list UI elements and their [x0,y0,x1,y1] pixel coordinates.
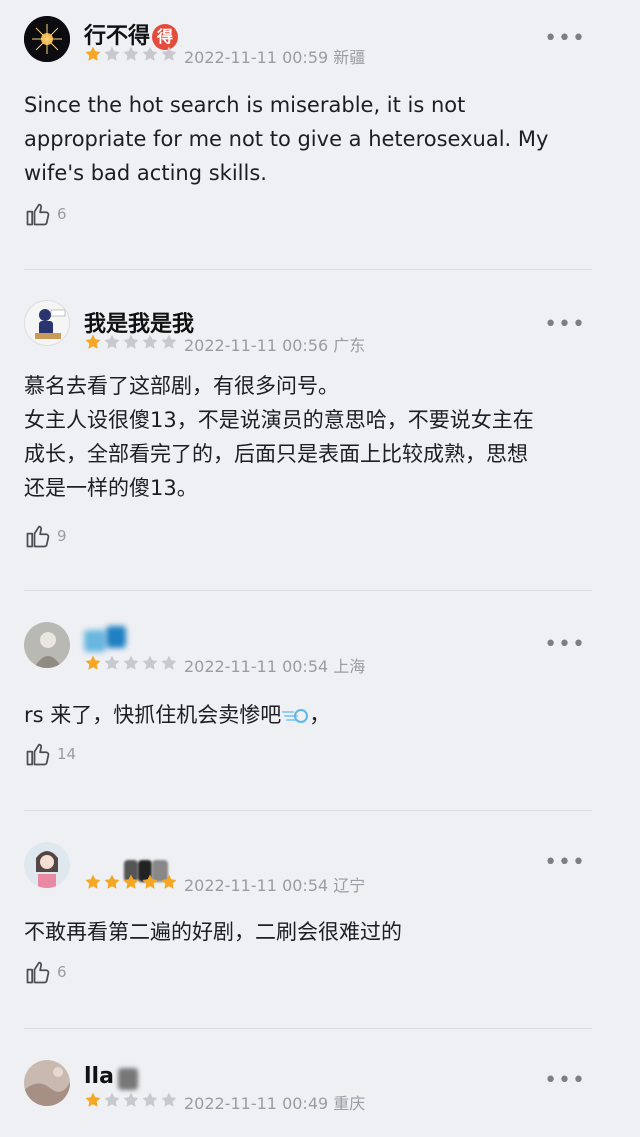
content-line: 慕名去看了这部剧，有很多问号。 [24,374,339,398]
star-filled-icon [123,874,139,889]
rating-stars [84,45,178,63]
star-filled-icon [85,46,101,61]
divider [24,590,592,591]
star-empty-icon [104,655,120,670]
review-content: rs 来了，快抓住机会卖惨吧 ， [24,698,604,732]
like-count: 9 [57,527,67,545]
thumbs-up-icon [26,961,50,984]
avatar[interactable] [24,622,70,668]
review-meta: 2022-11-11 00:54 上海 [184,653,365,677]
like-button[interactable]: 6 [24,958,67,986]
star-empty-icon [142,46,158,61]
star-filled-icon [85,1092,101,1107]
content-line: 成长，全部看完了的，后面只是表面上比较成熟，思想 [24,442,528,466]
avatar[interactable] [24,16,70,62]
redaction-blur [106,626,126,648]
star-filled-icon [85,874,101,889]
star-empty-icon [142,334,158,349]
star-empty-icon [142,655,158,670]
more-options-button[interactable]: ••• [544,634,586,656]
review-meta: 2022-11-11 00:54 辽宁 [184,872,365,896]
divider [24,810,592,811]
like-button[interactable]: 9 [24,522,67,550]
review-meta: 2022-11-11 00:49 重庆 [184,1090,365,1114]
star-empty-icon [104,334,120,349]
avatar[interactable] [24,300,70,346]
review-feed: 行不得得 2022-11-11 00:59 新疆 ••• Since the h… [0,0,640,1137]
star-empty-icon [161,1092,177,1107]
star-filled-icon [85,655,101,670]
username[interactable] [84,626,144,652]
location: 新疆 [333,48,366,67]
location: 辽宁 [333,876,366,895]
timestamp: 2022-11-11 00:56 [184,336,329,355]
username-text: lla [84,1064,114,1089]
rating-stars [84,654,178,672]
content-line: 女主人设很傻13，不是说演员的意思哈，不要说女主在 [24,408,534,432]
more-options-button[interactable]: ••• [544,314,586,336]
star-filled-icon [85,334,101,349]
divider [24,269,592,270]
star-empty-icon [161,46,177,61]
star-empty-icon [123,334,139,349]
like-button[interactable]: 14 [24,740,76,768]
star-filled-icon [161,874,177,889]
timestamp: 2022-11-11 00:54 [184,657,329,676]
thumbs-up-icon [26,743,50,766]
like-count: 6 [57,205,67,223]
rating-stars [84,873,178,891]
redaction-blur [118,1068,138,1090]
star-filled-icon [142,874,158,889]
content-line: ， [309,703,331,727]
content-line: wife's bad acting skills. [24,161,267,185]
star-filled-icon [104,874,120,889]
star-empty-icon [104,46,120,61]
more-options-button[interactable]: ••• [544,1070,586,1092]
star-empty-icon [161,655,177,670]
like-button[interactable]: 6 [24,200,67,228]
timestamp: 2022-11-11 00:54 [184,876,329,895]
star-empty-icon [161,334,177,349]
avatar[interactable] [24,842,70,888]
star-empty-icon [142,1092,158,1107]
thumbs-up-icon [26,203,50,226]
content-line: appropriate for me not to give a heteros… [24,127,549,151]
star-empty-icon [123,655,139,670]
review-content: 慕名去看了这部剧，有很多问号。 女主人设很傻13，不是说演员的意思哈，不要说女主… [24,369,604,505]
redaction-blur [84,630,106,652]
location: 上海 [333,657,366,676]
avatar[interactable] [24,1060,70,1106]
dash-emoji-icon [282,709,309,723]
star-empty-icon [123,46,139,61]
content-line: 还是一样的傻13。 [24,476,198,500]
more-options-button[interactable]: ••• [544,28,586,50]
content-line: rs 来了，快抓住机会卖惨吧 [24,703,282,727]
more-options-button[interactable]: ••• [544,852,586,874]
rating-stars [84,333,178,351]
review-content: 不敢再看第二遍的好剧，二刷会很难过的 [24,915,604,949]
timestamp: 2022-11-11 00:49 [184,1094,329,1113]
thumbs-up-icon [26,525,50,548]
like-count: 6 [57,963,67,981]
content-line: Since the hot search is miserable, it is… [24,93,466,117]
timestamp: 2022-11-11 00:59 [184,48,329,67]
username[interactable]: lla [84,1064,138,1090]
star-empty-icon [104,1092,120,1107]
like-count: 14 [57,745,77,763]
star-empty-icon [123,1092,139,1107]
divider [24,1028,592,1029]
rating-stars [84,1091,178,1109]
review-meta: 2022-11-11 00:56 广东 [184,332,365,356]
location: 广东 [333,336,366,355]
review-meta: 2022-11-11 00:59 新疆 [184,44,365,68]
review-content: Since the hot search is miserable, it is… [24,88,604,190]
location: 重庆 [333,1094,366,1113]
content-line: 不敢再看第二遍的好剧，二刷会很难过的 [24,920,402,944]
